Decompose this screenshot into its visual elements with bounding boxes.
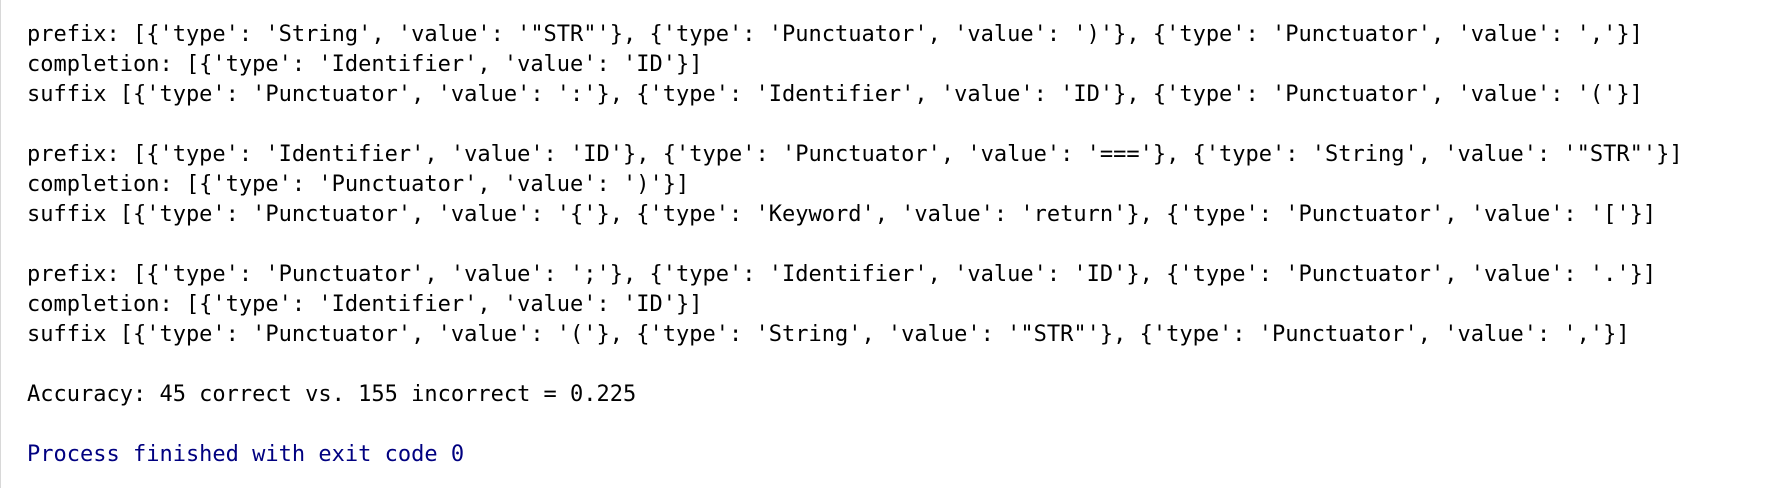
output-block-1: prefix: [{'type': 'String', 'value': '"S… — [27, 20, 1792, 110]
output-block-3: prefix: [{'type': 'Punctuator', 'value':… — [27, 260, 1792, 350]
prefix-line: prefix: [{'type': 'String', 'value': '"S… — [27, 22, 1643, 47]
completion-line: completion: [{'type': 'Identifier', 'val… — [27, 52, 703, 77]
completion-line: completion: [{'type': 'Identifier', 'val… — [27, 292, 703, 317]
prefix-line: prefix: [{'type': 'Punctuator', 'value':… — [27, 262, 1657, 287]
process-exit-line: Process finished with exit code 0 — [27, 442, 465, 467]
completion-line: completion: [{'type': 'Punctuator', 'val… — [27, 172, 690, 197]
console-output[interactable]: prefix: [{'type': 'String', 'value': '"S… — [0, 0, 1792, 488]
accuracy-line: Accuracy: 45 correct vs. 155 incorrect =… — [27, 382, 637, 407]
suffix-line: suffix [{'type': 'Punctuator', 'value': … — [27, 322, 1630, 347]
prefix-line: prefix: [{'type': 'Identifier', 'value':… — [27, 142, 1683, 167]
suffix-line: suffix [{'type': 'Punctuator', 'value': … — [27, 82, 1643, 107]
output-block-2: prefix: [{'type': 'Identifier', 'value':… — [27, 140, 1792, 230]
suffix-line: suffix [{'type': 'Punctuator', 'value': … — [27, 202, 1657, 227]
